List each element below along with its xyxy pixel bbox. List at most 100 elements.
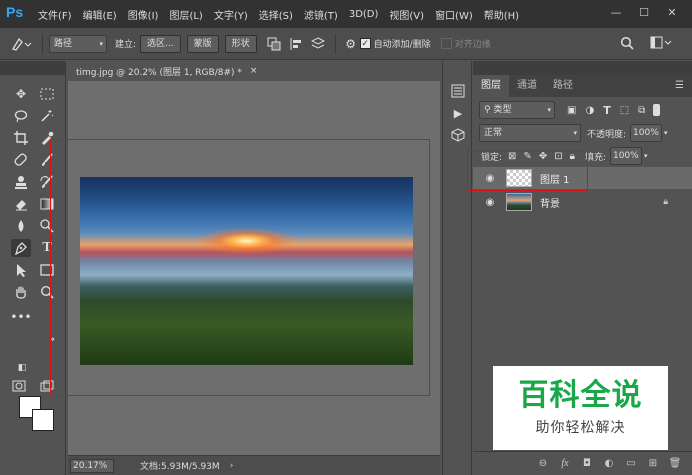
menu-edit[interactable]: 编辑(E): [83, 7, 117, 22]
menu-layer[interactable]: 图层(L): [169, 7, 202, 22]
adjustment-layer-icon[interactable]: ◐: [598, 458, 620, 469]
dodge-tool-icon[interactable]: [37, 217, 57, 235]
align-edges-checkbox[interactable]: [440, 38, 452, 49]
path-selection-icon[interactable]: [11, 261, 31, 279]
visibility-eye-icon[interactable]: ◉: [482, 173, 498, 184]
menu-file[interactable]: 文件(F): [38, 7, 72, 22]
layer-row[interactable]: ◉ 背景 🔒︎: [473, 191, 692, 213]
menu-image[interactable]: 图像(I): [128, 7, 159, 22]
new-group-icon[interactable]: ▭: [620, 458, 642, 469]
gradient-tool-icon[interactable]: [37, 195, 57, 213]
brush-tool-icon[interactable]: [37, 151, 57, 169]
menu-view[interactable]: 视图(V): [389, 7, 424, 22]
default-colors-icon[interactable]: ◧: [12, 359, 32, 377]
marquee-tool-icon[interactable]: [37, 85, 57, 103]
opacity-input[interactable]: 100%: [630, 124, 663, 142]
search-icon[interactable]: [620, 36, 634, 50]
panel-menu-icon[interactable]: ☰: [675, 80, 684, 91]
eyedropper-icon[interactable]: [37, 129, 57, 147]
layer-filter-row: ⚲ 类型 ▾ ▣ ◑ T ⬚ ⧉: [473, 99, 692, 121]
filter-type-icon[interactable]: T: [603, 104, 611, 117]
lock-fill-row: 锁定: ⊠ ✎ ✥ ⊡ 🔒︎ 填充: 100% ▾: [473, 145, 692, 167]
swap-colors-icon[interactable]: ↱: [42, 333, 62, 351]
menu-type[interactable]: 文字(Y): [214, 7, 248, 22]
more-tools-icon[interactable]: •••: [10, 308, 31, 326]
tab-layers[interactable]: 图层: [473, 75, 509, 97]
type-tool-icon[interactable]: T: [37, 239, 57, 257]
quick-mask-icon[interactable]: [9, 377, 29, 395]
filter-shape-icon[interactable]: ⬚: [620, 105, 629, 116]
eraser-tool-icon[interactable]: [11, 195, 31, 213]
layer-filter-select[interactable]: ⚲ 类型 ▾: [479, 101, 555, 119]
layer-style-icon[interactable]: fx: [554, 458, 576, 469]
auto-add-delete-label: 自动添加/删除: [373, 40, 431, 50]
lock-icon: 🔒︎: [663, 197, 668, 207]
auto-add-delete-checkbox[interactable]: ✓: [359, 38, 371, 49]
minimize-button[interactable]: —: [602, 4, 630, 22]
menu-3d[interactable]: 3D(D): [349, 9, 379, 20]
pen-tool-preset-icon[interactable]: [6, 36, 36, 52]
tab-paths[interactable]: 路径: [545, 75, 581, 97]
background-color-swatch[interactable]: [32, 409, 54, 431]
menu-filter[interactable]: 滤镜(T): [304, 7, 338, 22]
path-arrangement-icon[interactable]: [307, 36, 329, 51]
lasso-tool-icon[interactable]: [11, 107, 31, 125]
shape-tool-icon[interactable]: [37, 261, 57, 279]
actions-play-icon[interactable]: ▶: [450, 105, 466, 121]
layer-row[interactable]: ◉ 图层 1: [473, 167, 692, 189]
zoom-level[interactable]: 20.17%: [70, 458, 114, 473]
history-brush-icon[interactable]: [37, 173, 57, 191]
filter-adjustment-icon[interactable]: ◑: [585, 105, 594, 116]
menu-help[interactable]: 帮助(H): [484, 7, 519, 22]
magic-wand-icon[interactable]: [37, 107, 57, 125]
healing-brush-icon[interactable]: [11, 151, 31, 169]
sunset-photo: [80, 177, 413, 365]
watermark: 百科全说 助你轻松解决: [493, 366, 668, 450]
chevron-down-icon[interactable]: ▾: [664, 129, 668, 137]
pen-tool-icon[interactable]: [11, 239, 31, 257]
tab-channels[interactable]: 通道: [509, 75, 545, 97]
lock-pixels-icon[interactable]: ✎: [523, 151, 531, 162]
path-operations-icon[interactable]: [263, 37, 285, 51]
fill-input[interactable]: 100%: [609, 147, 642, 165]
menu-select[interactable]: 选择(S): [259, 7, 293, 22]
options-bar: 路径 ▾ 建立: 选区... 蒙版 形状 ⚙ ✓ 自动添加/删除 对齐边缘: [0, 28, 692, 60]
filter-toggle-icon[interactable]: [653, 104, 661, 116]
filter-pixel-icon[interactable]: ▣: [567, 105, 576, 116]
gear-icon[interactable]: ⚙: [342, 37, 360, 51]
3d-panel-icon[interactable]: [450, 127, 466, 143]
document-tab[interactable]: timg.jpg @ 20.2% (图层 1, RGB/8#) * ×: [68, 61, 274, 81]
lock-transparent-icon[interactable]: ⊠: [508, 151, 516, 162]
add-mask-icon[interactable]: ◘: [576, 458, 598, 469]
move-tool-icon[interactable]: ✥: [11, 85, 31, 103]
clone-stamp-icon[interactable]: [11, 173, 31, 191]
maximize-button[interactable]: ☐: [630, 4, 658, 22]
hand-tool-icon[interactable]: [11, 283, 31, 301]
make-mask-button[interactable]: 蒙版: [186, 34, 219, 53]
canvas-area[interactable]: [68, 81, 440, 455]
close-icon[interactable]: ×: [250, 66, 258, 76]
screen-mode-icon[interactable]: [37, 377, 57, 395]
path-alignment-icon[interactable]: [285, 37, 307, 51]
chevron-right-icon[interactable]: ›: [230, 461, 234, 471]
menu-window[interactable]: 窗口(W): [435, 7, 473, 22]
crop-tool-icon[interactable]: [11, 129, 31, 147]
chevron-down-icon[interactable]: ▾: [644, 152, 648, 160]
pen-mode-select[interactable]: 路径 ▾: [49, 34, 107, 53]
history-panel-icon[interactable]: [450, 83, 466, 99]
new-layer-icon[interactable]: ⊞: [642, 458, 664, 469]
filter-smart-object-icon[interactable]: ⧉: [638, 105, 645, 116]
visibility-eye-icon[interactable]: ◉: [482, 197, 498, 208]
make-shape-button[interactable]: 形状: [224, 34, 257, 53]
link-layers-icon[interactable]: ⊖: [532, 458, 554, 469]
trash-icon[interactable]: 🗑︎: [664, 458, 686, 469]
lock-position-icon[interactable]: ✥: [539, 151, 547, 162]
lock-all-icon[interactable]: 🔒︎: [570, 151, 575, 162]
blend-mode-select[interactable]: 正常 ▾: [479, 124, 581, 142]
close-button[interactable]: ✕: [658, 4, 686, 22]
blur-tool-icon[interactable]: [11, 217, 31, 235]
zoom-tool-icon[interactable]: [37, 283, 57, 301]
lock-artboard-icon[interactable]: ⊡: [554, 151, 562, 162]
workspace-icon[interactable]: [650, 36, 672, 50]
make-selection-button[interactable]: 选区...: [140, 34, 181, 53]
